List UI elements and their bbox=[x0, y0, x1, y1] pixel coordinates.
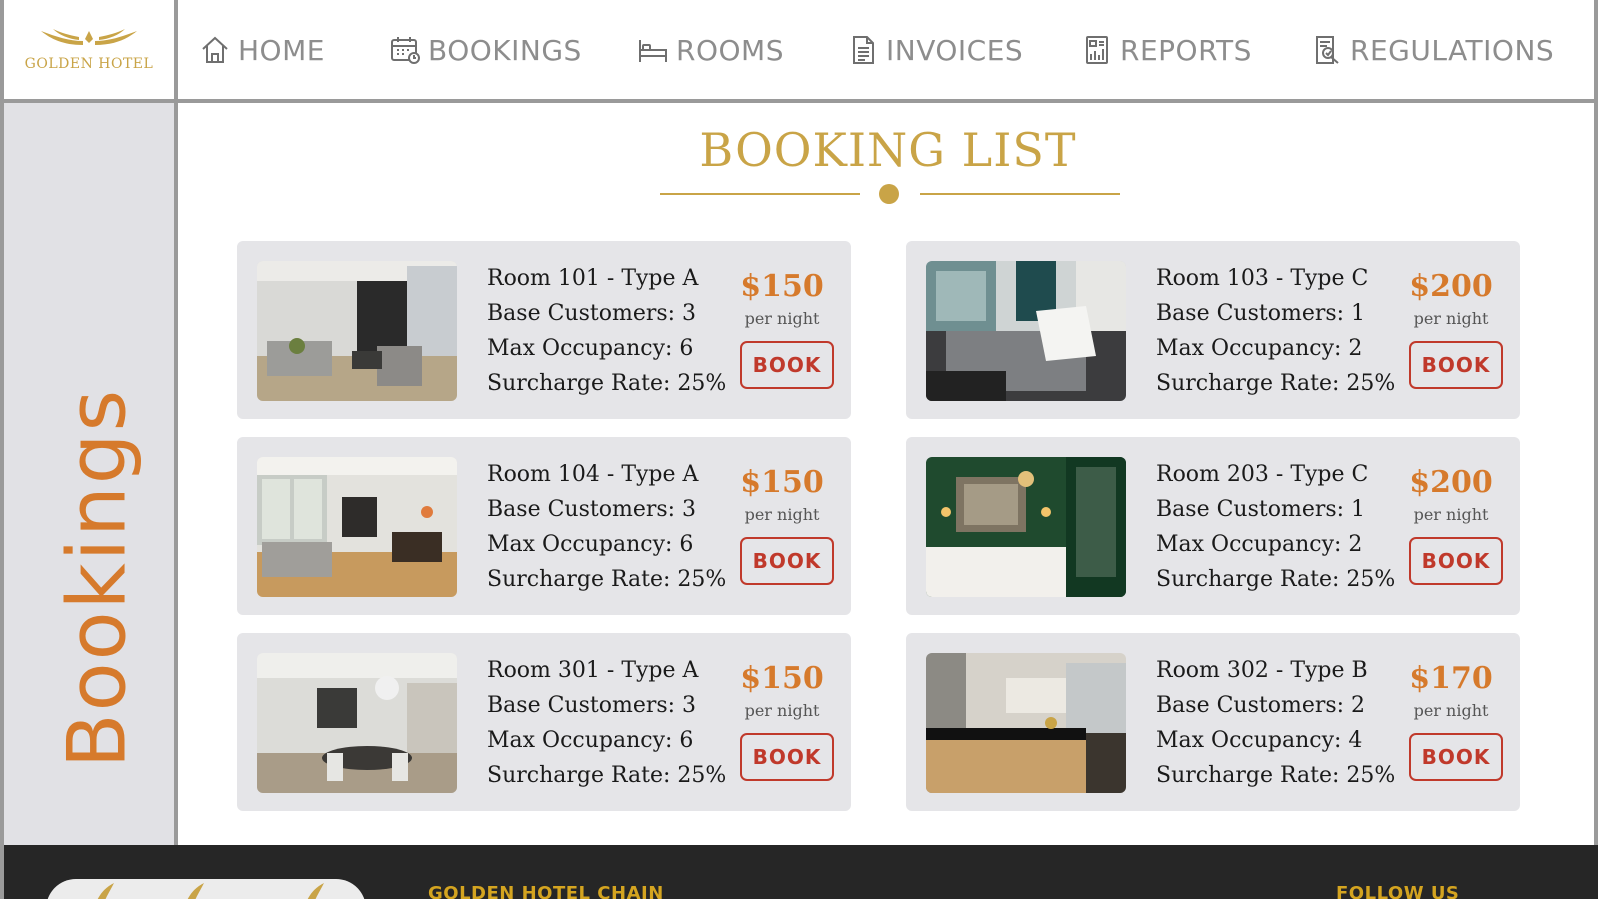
room-details: Room 301 - Type A Base Customers: 3 Max … bbox=[487, 653, 727, 793]
sidebar-section-label: Bookings bbox=[50, 387, 144, 769]
room-base-customers: Base Customers: 3 bbox=[487, 693, 697, 718]
regulation-icon bbox=[1310, 33, 1344, 67]
top-nav: HOME BOOKINGS ROOMS INVOICES REPORTS REG… bbox=[182, 0, 1594, 99]
room-name: Room 203 - Type C bbox=[1156, 462, 1369, 487]
logo-text: GOLDEN HOTEL bbox=[24, 56, 154, 72]
room-photo bbox=[257, 261, 457, 401]
room-details: Room 302 - Type B Base Customers: 2 Max … bbox=[1156, 653, 1396, 793]
room-name: Room 301 - Type A bbox=[487, 658, 699, 683]
room-surcharge-rate: Surcharge Rate: 25% bbox=[487, 371, 727, 396]
room-price: $200 bbox=[1409, 465, 1493, 500]
price-unit: per night bbox=[1413, 309, 1489, 328]
brand-logo[interactable]: GOLDEN HOTEL bbox=[4, 0, 178, 99]
sidebar: Bookings bbox=[4, 103, 178, 845]
room-max-occupancy: Max Occupancy: 6 bbox=[487, 728, 694, 753]
room-details: Room 103 - Type C Base Customers: 1 Max … bbox=[1156, 261, 1396, 401]
room-price: $150 bbox=[740, 269, 824, 304]
room-name: Room 103 - Type C bbox=[1156, 266, 1369, 291]
report-icon bbox=[1080, 33, 1114, 67]
title-divider-dot bbox=[879, 184, 899, 204]
page-title: BOOKING LIST bbox=[699, 123, 1077, 177]
nav-item-home[interactable]: HOME bbox=[198, 30, 325, 70]
room-surcharge-rate: Surcharge Rate: 25% bbox=[1156, 567, 1396, 592]
footer-follow-heading: FOLLOW US bbox=[1336, 883, 1460, 899]
room-surcharge-rate: Surcharge Rate: 25% bbox=[487, 763, 727, 788]
room-photo bbox=[926, 653, 1126, 793]
nav-label-bookings: BOOKINGS bbox=[428, 33, 582, 67]
footer-logo-wings-icon bbox=[86, 883, 326, 899]
book-button[interactable]: BOOK bbox=[740, 537, 834, 585]
room-name: Room 101 - Type A bbox=[487, 266, 699, 291]
price-unit: per night bbox=[744, 505, 820, 524]
room-photo bbox=[926, 261, 1126, 401]
title-divider-right bbox=[920, 193, 1120, 195]
room-card: Room 203 - Type C Base Customers: 1 Max … bbox=[906, 437, 1520, 615]
home-icon bbox=[198, 33, 232, 67]
room-details: Room 203 - Type C Base Customers: 1 Max … bbox=[1156, 457, 1396, 597]
book-button[interactable]: BOOK bbox=[740, 733, 834, 781]
bed-icon bbox=[636, 33, 670, 67]
nav-item-invoices[interactable]: INVOICES bbox=[846, 30, 1023, 70]
price-unit: per night bbox=[1413, 505, 1489, 524]
nav-label-invoices: INVOICES bbox=[886, 33, 1024, 67]
room-price: $200 bbox=[1409, 269, 1493, 304]
room-name: Room 104 - Type A bbox=[487, 462, 699, 487]
room-base-customers: Base Customers: 3 bbox=[487, 301, 697, 326]
main-content: BOOKING LIST Room 101 - Type A Base Cust… bbox=[182, 103, 1594, 845]
price-unit: per night bbox=[744, 309, 820, 328]
room-card: Room 104 - Type A Base Customers: 3 Max … bbox=[237, 437, 851, 615]
room-max-occupancy: Max Occupancy: 2 bbox=[1156, 532, 1363, 557]
room-max-occupancy: Max Occupancy: 6 bbox=[487, 532, 694, 557]
room-max-occupancy: Max Occupancy: 4 bbox=[1156, 728, 1363, 753]
nav-item-bookings[interactable]: BOOKINGS bbox=[388, 30, 582, 70]
room-details: Room 101 - Type A Base Customers: 3 Max … bbox=[487, 261, 727, 401]
book-button[interactable]: BOOK bbox=[740, 341, 834, 389]
room-photo bbox=[257, 653, 457, 793]
price-unit: per night bbox=[1413, 701, 1489, 720]
calendar-icon bbox=[388, 33, 422, 67]
room-base-customers: Base Customers: 1 bbox=[1156, 497, 1366, 522]
room-price: $170 bbox=[1409, 661, 1493, 696]
room-surcharge-rate: Surcharge Rate: 25% bbox=[1156, 371, 1396, 396]
nav-label-regulations: REGULATIONS bbox=[1350, 33, 1555, 67]
price-unit: per night bbox=[744, 701, 820, 720]
nav-item-reports[interactable]: REPORTS bbox=[1080, 30, 1252, 70]
nav-label-rooms: ROOMS bbox=[676, 33, 784, 67]
room-card: Room 301 - Type A Base Customers: 3 Max … bbox=[237, 633, 851, 811]
room-card: Room 101 - Type A Base Customers: 3 Max … bbox=[237, 241, 851, 419]
logo-wings-icon bbox=[29, 27, 149, 54]
room-details: Room 104 - Type A Base Customers: 3 Max … bbox=[487, 457, 727, 597]
frame-border-right bbox=[1594, 0, 1598, 845]
room-base-customers: Base Customers: 2 bbox=[1156, 693, 1366, 718]
footer-logo[interactable] bbox=[46, 879, 366, 899]
room-surcharge-rate: Surcharge Rate: 25% bbox=[1156, 763, 1396, 788]
room-base-customers: Base Customers: 1 bbox=[1156, 301, 1366, 326]
room-photo bbox=[257, 457, 457, 597]
footer-chain-heading: GOLDEN HOTEL CHAIN bbox=[428, 883, 664, 899]
nav-label-home: HOME bbox=[238, 33, 325, 67]
nav-item-regulations[interactable]: REGULATIONS bbox=[1310, 30, 1554, 70]
room-max-occupancy: Max Occupancy: 6 bbox=[487, 336, 694, 361]
footer: GOLDEN HOTEL CHAIN FOLLOW US bbox=[4, 845, 1598, 899]
room-base-customers: Base Customers: 3 bbox=[487, 497, 697, 522]
room-photo bbox=[926, 457, 1126, 597]
room-price: $150 bbox=[740, 465, 824, 500]
nav-label-reports: REPORTS bbox=[1120, 33, 1252, 67]
room-surcharge-rate: Surcharge Rate: 25% bbox=[487, 567, 727, 592]
book-button[interactable]: BOOK bbox=[1409, 733, 1503, 781]
room-max-occupancy: Max Occupancy: 2 bbox=[1156, 336, 1363, 361]
room-card: Room 103 - Type C Base Customers: 1 Max … bbox=[906, 241, 1520, 419]
room-card: Room 302 - Type B Base Customers: 2 Max … bbox=[906, 633, 1520, 811]
nav-item-rooms[interactable]: ROOMS bbox=[636, 30, 784, 70]
book-button[interactable]: BOOK bbox=[1409, 341, 1503, 389]
document-icon bbox=[846, 33, 880, 67]
title-divider-left bbox=[660, 193, 860, 195]
book-button[interactable]: BOOK bbox=[1409, 537, 1503, 585]
room-name: Room 302 - Type B bbox=[1156, 658, 1368, 683]
room-price: $150 bbox=[740, 661, 824, 696]
